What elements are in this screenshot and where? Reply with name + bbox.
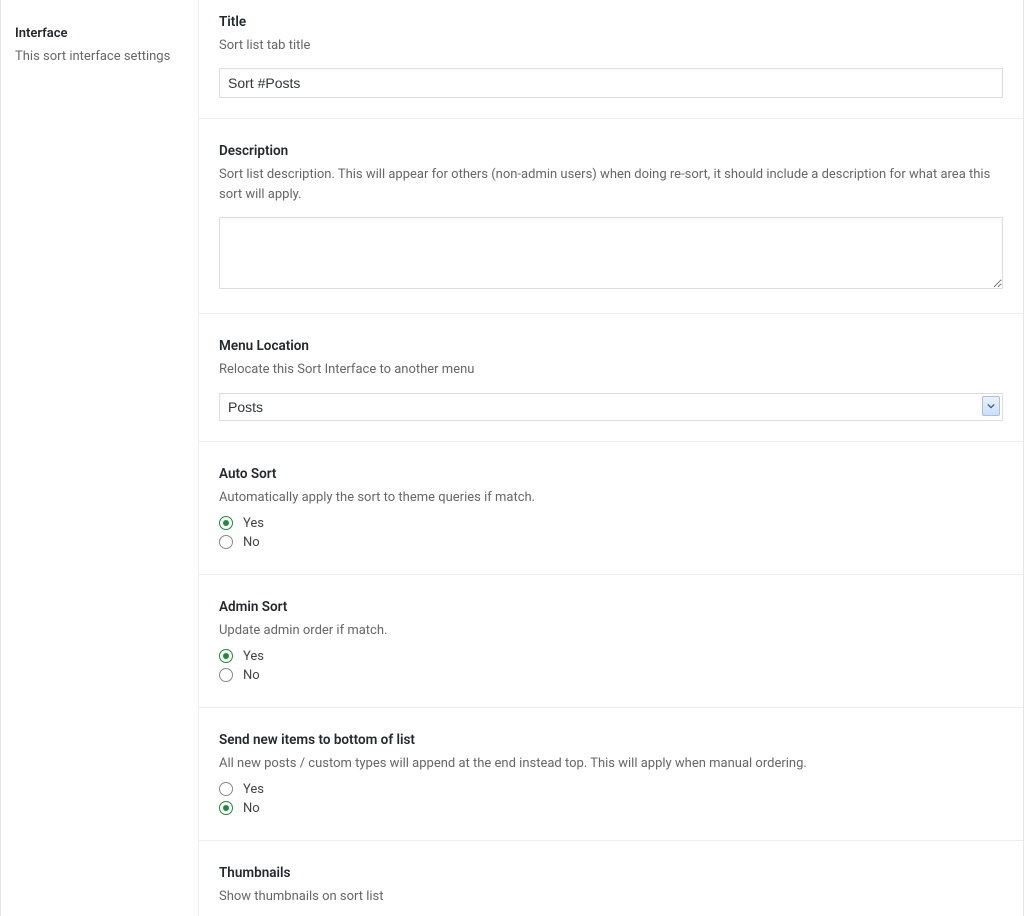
radio-icon bbox=[219, 782, 233, 796]
content: Title Sort list tab title Description So… bbox=[199, 0, 1023, 916]
section-title: Title Sort list tab title bbox=[199, 0, 1023, 119]
section-description: Description Sort list description. This … bbox=[199, 119, 1023, 314]
section-thumbnails: Thumbnails Show thumbnails on sort list … bbox=[199, 841, 1023, 916]
radio-icon bbox=[219, 801, 233, 815]
send-bottom-yes-row[interactable]: Yes bbox=[219, 782, 1003, 797]
radio-icon bbox=[219, 535, 233, 549]
radio-label: Yes bbox=[243, 782, 264, 797]
section-auto-sort: Auto Sort Automatically apply the sort t… bbox=[199, 442, 1023, 575]
heading-send-bottom: Send new items to bottom of list bbox=[219, 732, 1003, 748]
radio-icon bbox=[219, 516, 233, 530]
desc-auto-sort: Automatically apply the sort to theme qu… bbox=[219, 488, 1003, 508]
settings-page: Interface This sort interface settings T… bbox=[0, 0, 1024, 916]
heading-menu-location: Menu Location bbox=[219, 338, 1003, 354]
sidebar: Interface This sort interface settings bbox=[1, 0, 199, 916]
heading-thumbnails: Thumbnails bbox=[219, 865, 1003, 881]
radio-label: No bbox=[243, 801, 260, 816]
desc-title: Sort list tab title bbox=[219, 36, 1003, 56]
menu-location-select[interactable]: Posts bbox=[219, 393, 1003, 421]
auto-sort-yes-row[interactable]: Yes bbox=[219, 516, 1003, 531]
radio-label: Yes bbox=[243, 649, 264, 664]
admin-sort-yes-row[interactable]: Yes bbox=[219, 649, 1003, 664]
send-bottom-no-row[interactable]: No bbox=[219, 801, 1003, 816]
desc-send-bottom: All new posts / custom types will append… bbox=[219, 754, 1003, 774]
heading-auto-sort: Auto Sort bbox=[219, 466, 1003, 482]
menu-location-select-wrap: Posts bbox=[219, 393, 1003, 421]
heading-title: Title bbox=[219, 14, 1003, 30]
title-input[interactable] bbox=[219, 68, 1003, 98]
sidebar-title: Interface bbox=[15, 26, 184, 41]
section-admin-sort: Admin Sort Update admin order if match. … bbox=[199, 575, 1023, 708]
sidebar-description: This sort interface settings bbox=[15, 47, 184, 67]
heading-admin-sort: Admin Sort bbox=[219, 599, 1003, 615]
heading-description: Description bbox=[219, 143, 1003, 159]
section-menu-location: Menu Location Relocate this Sort Interfa… bbox=[199, 314, 1023, 441]
desc-menu-location: Relocate this Sort Interface to another … bbox=[219, 360, 1003, 380]
admin-sort-no-row[interactable]: No bbox=[219, 668, 1003, 683]
radio-label: Yes bbox=[243, 516, 264, 531]
radio-icon bbox=[219, 668, 233, 682]
desc-thumbnails: Show thumbnails on sort list bbox=[219, 887, 1003, 907]
radio-icon bbox=[219, 649, 233, 663]
radio-label: No bbox=[243, 535, 260, 550]
desc-admin-sort: Update admin order if match. bbox=[219, 621, 1003, 641]
radio-label: No bbox=[243, 668, 260, 683]
section-send-bottom: Send new items to bottom of list All new… bbox=[199, 708, 1023, 841]
description-textarea[interactable] bbox=[219, 217, 1003, 289]
auto-sort-no-row[interactable]: No bbox=[219, 535, 1003, 550]
desc-description: Sort list description. This will appear … bbox=[219, 165, 1003, 205]
